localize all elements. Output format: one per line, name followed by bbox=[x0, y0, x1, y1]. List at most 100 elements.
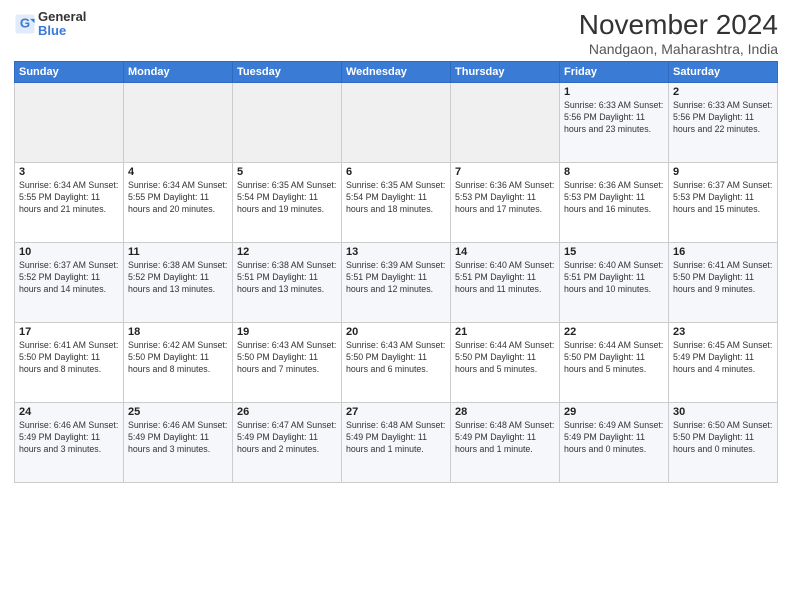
weekday-header-sunday: Sunday bbox=[15, 61, 124, 82]
day-number: 12 bbox=[237, 246, 337, 258]
day-info: Sunrise: 6:38 AM Sunset: 5:51 PM Dayligh… bbox=[237, 260, 337, 296]
weekday-header-thursday: Thursday bbox=[451, 61, 560, 82]
day-number: 7 bbox=[455, 166, 555, 178]
calendar-cell: 18Sunrise: 6:42 AM Sunset: 5:50 PM Dayli… bbox=[124, 322, 233, 402]
day-info: Sunrise: 6:46 AM Sunset: 5:49 PM Dayligh… bbox=[128, 420, 228, 456]
day-number: 16 bbox=[673, 246, 773, 258]
calendar-cell: 22Sunrise: 6:44 AM Sunset: 5:50 PM Dayli… bbox=[560, 322, 669, 402]
day-info: Sunrise: 6:43 AM Sunset: 5:50 PM Dayligh… bbox=[237, 340, 337, 376]
calendar-cell: 30Sunrise: 6:50 AM Sunset: 5:50 PM Dayli… bbox=[669, 402, 778, 482]
day-number: 24 bbox=[19, 406, 119, 418]
day-info: Sunrise: 6:48 AM Sunset: 5:49 PM Dayligh… bbox=[346, 420, 446, 456]
day-info: Sunrise: 6:33 AM Sunset: 5:56 PM Dayligh… bbox=[564, 100, 664, 136]
calendar-cell bbox=[451, 82, 560, 162]
day-info: Sunrise: 6:35 AM Sunset: 5:54 PM Dayligh… bbox=[237, 180, 337, 216]
calendar-cell: 14 Sunrise: 6:40 AM Sunset: 5:51 PM Dayli… bbox=[451, 242, 560, 322]
day-number: 18 bbox=[128, 326, 228, 338]
day-info: Sunrise: 6:41 AM Sunset: 5:50 PM Dayligh… bbox=[19, 340, 119, 376]
weekday-header-tuesday: Tuesday bbox=[233, 61, 342, 82]
calendar-cell: 4 Sunrise: 6:34 AM Sunset: 5:55 PM Daylig… bbox=[124, 162, 233, 242]
calendar-cell bbox=[15, 82, 124, 162]
day-info: Sunrise: 6:49 AM Sunset: 5:49 PM Dayligh… bbox=[564, 420, 664, 456]
day-info: Sunrise: 6:39 AM Sunset: 5:51 PM Dayligh… bbox=[346, 260, 446, 296]
calendar-cell: 8 Sunrise: 6:36 AM Sunset: 5:53 PM Daylig… bbox=[560, 162, 669, 242]
calendar-cell: 7Sunrise: 6:36 AM Sunset: 5:53 PM Daylig… bbox=[451, 162, 560, 242]
day-number: 25 bbox=[128, 406, 228, 418]
day-number: 10 bbox=[19, 246, 119, 258]
day-number: 14 bbox=[455, 246, 555, 258]
day-number: 13 bbox=[346, 246, 446, 258]
calendar-cell: 28Sunrise: 6:48 AM Sunset: 5:49 PM Dayli… bbox=[451, 402, 560, 482]
day-number: 1 bbox=[564, 86, 664, 98]
day-info: Sunrise: 6:45 AM Sunset: 5:49 PM Dayligh… bbox=[673, 340, 773, 376]
day-number: 3 bbox=[19, 166, 119, 178]
day-info: Sunrise: 6:33 AM Sunset: 5:56 PM Dayligh… bbox=[673, 100, 773, 136]
weekday-header-wednesday: Wednesday bbox=[342, 61, 451, 82]
day-number: 26 bbox=[237, 406, 337, 418]
calendar-cell: 5Sunrise: 6:35 AM Sunset: 5:54 PM Daylig… bbox=[233, 162, 342, 242]
day-info: Sunrise: 6:36 AM Sunset: 5:53 PM Dayligh… bbox=[564, 180, 664, 216]
day-info: Sunrise: 6:40 AM Sunset: 5:51 PM Dayligh… bbox=[564, 260, 664, 296]
calendar-cell: 16 Sunrise: 6:41 AM Sunset: 5:50 PM Dayli… bbox=[669, 242, 778, 322]
calendar-cell: 9 Sunrise: 6:37 AM Sunset: 5:53 PM Daylig… bbox=[669, 162, 778, 242]
day-number: 22 bbox=[564, 326, 664, 338]
calendar-cell: 19 Sunrise: 6:43 AM Sunset: 5:50 PM Dayli… bbox=[233, 322, 342, 402]
day-info: Sunrise: 6:38 AM Sunset: 5:52 PM Dayligh… bbox=[128, 260, 228, 296]
calendar-cell: 3 Sunrise: 6:34 AM Sunset: 5:55 PM Daylig… bbox=[15, 162, 124, 242]
day-info: Sunrise: 6:41 AM Sunset: 5:50 PM Dayligh… bbox=[673, 260, 773, 296]
day-info: Sunrise: 6:43 AM Sunset: 5:50 PM Dayligh… bbox=[346, 340, 446, 376]
calendar-cell: 20 Sunrise: 6:43 AM Sunset: 5:50 PM Dayli… bbox=[342, 322, 451, 402]
logo-general: General bbox=[38, 10, 86, 24]
calendar-cell bbox=[124, 82, 233, 162]
calendar-cell: 13 Sunrise: 6:39 AM Sunset: 5:51 PM Dayli… bbox=[342, 242, 451, 322]
calendar-cell: 26 Sunrise: 6:47 AM Sunset: 5:49 PM Dayli… bbox=[233, 402, 342, 482]
calendar-cell: 24 Sunrise: 6:46 AM Sunset: 5:49 PM Dayli… bbox=[15, 402, 124, 482]
day-number: 11 bbox=[128, 246, 228, 258]
calendar-cell bbox=[342, 82, 451, 162]
logo-icon: G bbox=[14, 13, 36, 35]
day-info: Sunrise: 6:37 AM Sunset: 5:53 PM Dayligh… bbox=[673, 180, 773, 216]
weekday-header-row: SundayMondayTuesdayWednesdayThursdayFrid… bbox=[15, 61, 778, 82]
calendar-cell: 25 Sunrise: 6:46 AM Sunset: 5:49 PM Dayli… bbox=[124, 402, 233, 482]
calendar-cell: 29Sunrise: 6:49 AM Sunset: 5:49 PM Dayli… bbox=[560, 402, 669, 482]
calendar-cell: 17 Sunrise: 6:41 AM Sunset: 5:50 PM Dayli… bbox=[15, 322, 124, 402]
logo: G General Blue bbox=[14, 10, 86, 39]
day-info: Sunrise: 6:37 AM Sunset: 5:52 PM Dayligh… bbox=[19, 260, 119, 296]
day-number: 20 bbox=[346, 326, 446, 338]
title-block: November 2024 Nandgaon, Maharashtra, Ind… bbox=[579, 10, 778, 57]
logo-blue: Blue bbox=[38, 24, 86, 38]
day-info: Sunrise: 6:47 AM Sunset: 5:49 PM Dayligh… bbox=[237, 420, 337, 456]
day-number: 28 bbox=[455, 406, 555, 418]
calendar-cell: 6 Sunrise: 6:35 AM Sunset: 5:54 PM Daylig… bbox=[342, 162, 451, 242]
calendar-cell: 27Sunrise: 6:48 AM Sunset: 5:49 PM Dayli… bbox=[342, 402, 451, 482]
day-info: Sunrise: 6:34 AM Sunset: 5:55 PM Dayligh… bbox=[19, 180, 119, 216]
day-number: 17 bbox=[19, 326, 119, 338]
day-number: 4 bbox=[128, 166, 228, 178]
day-number: 19 bbox=[237, 326, 337, 338]
day-info: Sunrise: 6:40 AM Sunset: 5:51 PM Dayligh… bbox=[455, 260, 555, 296]
calendar-cell bbox=[233, 82, 342, 162]
calendar-cell: 23Sunrise: 6:45 AM Sunset: 5:49 PM Dayli… bbox=[669, 322, 778, 402]
day-number: 8 bbox=[564, 166, 664, 178]
day-info: Sunrise: 6:35 AM Sunset: 5:54 PM Dayligh… bbox=[346, 180, 446, 216]
calendar-cell: 10 Sunrise: 6:37 AM Sunset: 5:52 PM Dayli… bbox=[15, 242, 124, 322]
weekday-header-saturday: Saturday bbox=[669, 61, 778, 82]
week-row-1: 1 Sunrise: 6:33 AM Sunset: 5:56 PM Daylig… bbox=[15, 82, 778, 162]
day-number: 6 bbox=[346, 166, 446, 178]
calendar-table: SundayMondayTuesdayWednesdayThursdayFrid… bbox=[14, 61, 778, 483]
day-info: Sunrise: 6:34 AM Sunset: 5:55 PM Dayligh… bbox=[128, 180, 228, 216]
day-info: Sunrise: 6:46 AM Sunset: 5:49 PM Dayligh… bbox=[19, 420, 119, 456]
weekday-header-friday: Friday bbox=[560, 61, 669, 82]
month-title: November 2024 bbox=[579, 10, 778, 41]
svg-text:G: G bbox=[20, 16, 30, 31]
week-row-5: 24 Sunrise: 6:46 AM Sunset: 5:49 PM Dayli… bbox=[15, 402, 778, 482]
calendar-cell: 12 Sunrise: 6:38 AM Sunset: 5:51 PM Dayli… bbox=[233, 242, 342, 322]
day-number: 21 bbox=[455, 326, 555, 338]
day-number: 9 bbox=[673, 166, 773, 178]
calendar-cell: 11 Sunrise: 6:38 AM Sunset: 5:52 PM Dayli… bbox=[124, 242, 233, 322]
week-row-3: 10 Sunrise: 6:37 AM Sunset: 5:52 PM Dayli… bbox=[15, 242, 778, 322]
calendar-cell: 1 Sunrise: 6:33 AM Sunset: 5:56 PM Daylig… bbox=[560, 82, 669, 162]
day-number: 15 bbox=[564, 246, 664, 258]
day-number: 2 bbox=[673, 86, 773, 98]
day-info: Sunrise: 6:50 AM Sunset: 5:50 PM Dayligh… bbox=[673, 420, 773, 456]
